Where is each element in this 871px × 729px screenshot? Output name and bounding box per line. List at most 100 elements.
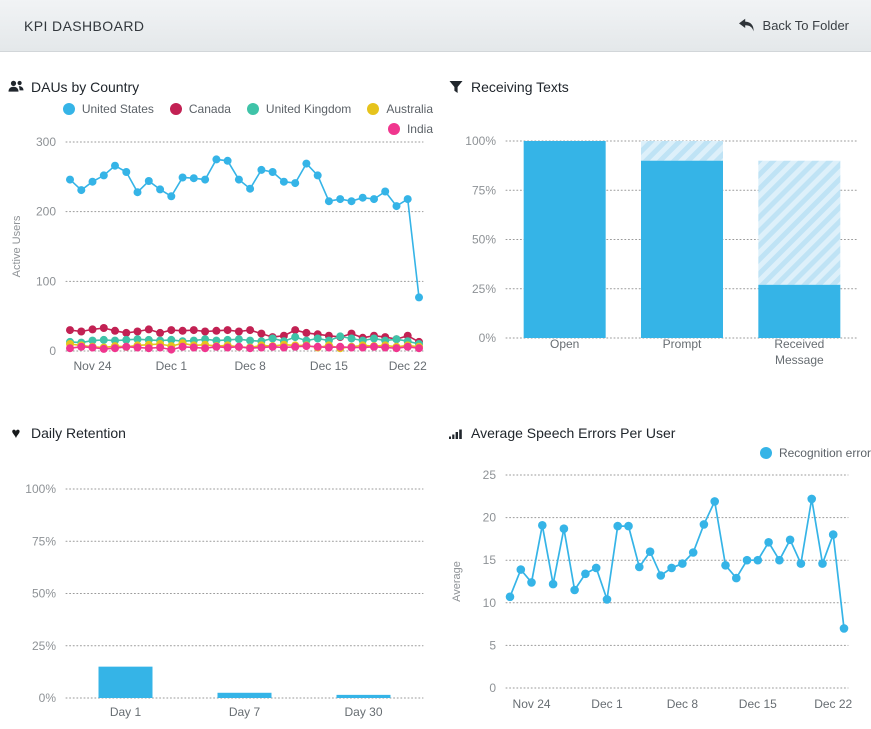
- speech-errors-line-chart[interactable]: 0510152025AverageNov 24Dec 1Dec 8Dec 15D…: [448, 462, 871, 719]
- svg-text:Prompt: Prompt: [663, 337, 702, 351]
- legend-label: India: [407, 122, 433, 136]
- data-point: [201, 328, 209, 336]
- data-point: [700, 520, 709, 529]
- data-point: [100, 324, 108, 332]
- svg-text:100%: 100%: [25, 482, 56, 496]
- receiving-texts-funnel-chart[interactable]: 0%25%50%75%100%OpenPromptReceivedMessage: [448, 136, 865, 385]
- data-point: [77, 328, 85, 336]
- data-point: [538, 521, 547, 530]
- panel-receiving-texts: Receiving Texts 0%25%50%75%100%OpenPromp…: [448, 78, 865, 385]
- svg-text:0%: 0%: [479, 331, 497, 345]
- data-point: [145, 344, 153, 352]
- svg-text:50%: 50%: [32, 587, 56, 601]
- data-point: [325, 197, 333, 205]
- speech-errors-chart-title: Average Speech Errors Per User: [448, 424, 871, 442]
- svg-text:75%: 75%: [32, 534, 56, 548]
- legend-item-canada[interactable]: Canada: [170, 102, 231, 116]
- data-point: [167, 192, 175, 200]
- data-point: [122, 168, 130, 176]
- data-point: [190, 174, 198, 182]
- daus-chart-title-text: DAUs by Country: [31, 79, 139, 95]
- data-point: [156, 185, 164, 193]
- legend-item-recognition-error[interactable]: Recognition error: [760, 446, 871, 460]
- data-point: [415, 293, 423, 301]
- data-point: [66, 176, 74, 184]
- page-title: KPI DASHBOARD: [24, 18, 144, 34]
- data-point: [156, 344, 164, 352]
- data-point: [201, 176, 209, 184]
- legend-label: United States: [82, 102, 154, 116]
- data-point: [190, 344, 198, 352]
- data-point: [667, 564, 676, 573]
- data-point: [581, 570, 590, 579]
- bars-icon: [448, 425, 464, 441]
- data-point: [66, 344, 74, 352]
- legend-dot: [247, 103, 259, 115]
- users-icon: [8, 79, 24, 95]
- legend-dot: [388, 123, 400, 135]
- svg-text:Dec 8: Dec 8: [667, 697, 699, 711]
- back-to-folder-button[interactable]: Back To Folder: [730, 12, 857, 39]
- data-point: [212, 327, 220, 335]
- data-point: [235, 335, 243, 343]
- back-to-folder-label: Back To Folder: [763, 18, 849, 33]
- svg-text:5: 5: [489, 638, 496, 652]
- legend-item-australia[interactable]: Australia: [367, 102, 433, 116]
- funnel-icon: [448, 79, 464, 95]
- data-point: [66, 326, 74, 334]
- speech-errors-chart-title-text: Average Speech Errors Per User: [471, 425, 675, 441]
- svg-text:Dec 1: Dec 1: [591, 697, 623, 711]
- data-point: [167, 346, 175, 354]
- receiving-texts-chart-title: Receiving Texts: [448, 78, 865, 96]
- data-point: [235, 343, 243, 351]
- data-point: [560, 524, 569, 533]
- data-point: [336, 195, 344, 203]
- legend-item-india[interactable]: India: [388, 122, 433, 136]
- daily-retention-chart-title: ♥ Daily Retention: [8, 424, 433, 442]
- data-point: [235, 328, 243, 336]
- data-point: [111, 162, 119, 170]
- data-point: [570, 586, 579, 595]
- daily-retention-chart-title-text: Daily Retention: [31, 425, 126, 441]
- data-point: [190, 326, 198, 334]
- data-point: [224, 157, 232, 165]
- funnel-ghost-bar: [758, 161, 840, 285]
- data-point: [754, 556, 763, 565]
- svg-text:Average: Average: [451, 561, 463, 602]
- panel-daily-retention: ♥ Daily Retention 0%25%50%75%100%Day 1Da…: [8, 424, 433, 727]
- data-point: [818, 559, 827, 568]
- data-point: [257, 330, 265, 338]
- data-point: [77, 186, 85, 194]
- data-point: [89, 344, 97, 352]
- data-point: [348, 335, 356, 343]
- data-point: [179, 343, 187, 351]
- data-point: [89, 325, 97, 333]
- legend-item-united-states[interactable]: United States: [63, 102, 154, 116]
- data-point: [246, 344, 254, 352]
- receiving-texts-chart-title-text: Receiving Texts: [471, 79, 569, 95]
- daily-retention-bar-chart[interactable]: 0%25%50%75%100%Day 1Day 7Day 30: [8, 470, 433, 727]
- legend-item-united-kingdom[interactable]: United Kingdom: [247, 102, 351, 116]
- data-point: [235, 176, 243, 184]
- data-point: [370, 343, 378, 351]
- data-point: [404, 195, 412, 203]
- svg-text:ReceivedMessage: ReceivedMessage: [774, 337, 824, 367]
- panel-daus-by-country: DAUs by Country United States Canada Unite…: [8, 78, 433, 385]
- legend-dot: [367, 103, 379, 115]
- svg-text:0%: 0%: [39, 691, 57, 705]
- data-point: [257, 344, 265, 352]
- funnel-ghost-bar: [641, 141, 723, 161]
- svg-text:300: 300: [36, 136, 56, 149]
- daus-line-chart[interactable]: 0100200300Active UsersNov 24Dec 1Dec 8De…: [8, 136, 433, 385]
- data-point: [269, 168, 277, 176]
- svg-text:Day 1: Day 1: [110, 705, 142, 719]
- legend-label: United Kingdom: [266, 102, 351, 116]
- bar: [337, 695, 391, 698]
- data-point: [156, 329, 164, 337]
- svg-text:Day 7: Day 7: [229, 705, 261, 719]
- data-point: [280, 178, 288, 186]
- data-point: [840, 624, 849, 633]
- legend-dot: [170, 103, 182, 115]
- data-point: [201, 344, 209, 352]
- data-point: [122, 336, 130, 344]
